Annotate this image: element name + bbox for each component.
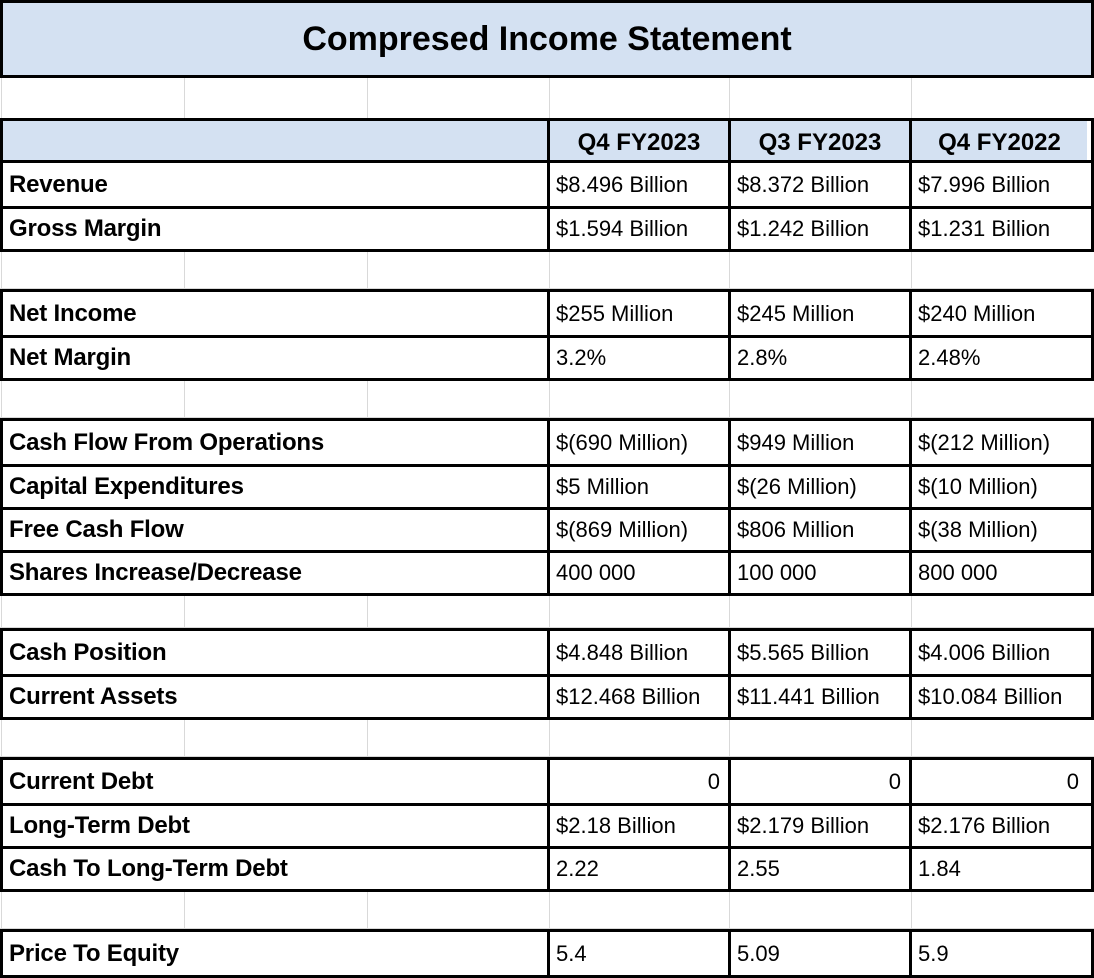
- section-income: Revenue $8.496 Billion $8.372 Billion $7…: [0, 160, 1094, 252]
- row-label-cash-position: Cash Position: [9, 638, 167, 666]
- section-balance-sheet: Cash Position $4.848 Billion $5.565 Bill…: [0, 628, 1094, 720]
- page-title: Compresed Income Statement: [302, 19, 792, 58]
- table-row: Net Income $255 Million $245 Million $24…: [3, 292, 1091, 335]
- cell-gross-margin-q4-fy2022: $1.231 Billion: [909, 209, 1087, 249]
- cell-current-assets-q4-fy2023: $12.468 Billion: [547, 677, 728, 717]
- table-row: Gross Margin $1.594 Billion $1.242 Billi…: [3, 206, 1091, 249]
- cell-cash-to-ltd-q3-fy2023: 2.55: [728, 849, 909, 889]
- cell-current-debt-q4-fy2022: 0: [909, 760, 1087, 803]
- table-row: Shares Increase/Decrease 400 000 100 000…: [3, 550, 1091, 593]
- cell-revenue-q3-fy2023: $8.372 Billion: [728, 163, 909, 206]
- section-debt: Current Debt 0 0 0 Long-Term Debt $2.18 …: [0, 757, 1094, 892]
- row-label-net-margin: Net Margin: [9, 344, 132, 371]
- cell-price-to-equity-q4-fy2022: 5.9: [909, 932, 1087, 975]
- cell-cash-to-ltd-q4-fy2022: 1.84: [909, 849, 1087, 889]
- table-header-row: Q4 FY2023 Q3 FY2023 Q4 FY2022: [3, 121, 1091, 164]
- cell-cfo-q3-fy2023: $949 Million: [728, 421, 909, 464]
- cell-price-to-equity-q4-fy2023: 5.4: [547, 932, 728, 975]
- cell-cfo-q4-fy2022: $(212 Million): [909, 421, 1087, 464]
- header-cell-row-label: [3, 121, 547, 164]
- table-row: Cash Flow From Operations $(690 Million)…: [3, 421, 1091, 464]
- cell-price-to-equity-q3-fy2023: 5.09: [728, 932, 909, 975]
- cell-fcf-q3-fy2023: $806 Million: [728, 510, 909, 550]
- cell-net-income-q4-fy2022: $240 Million: [909, 292, 1087, 335]
- row-label-net-income: Net Income: [9, 299, 137, 327]
- spreadsheet-canvas: Compresed Income Statement Q4 FY2023 Q3 …: [0, 0, 1094, 978]
- cell-net-margin-q4-fy2023: 3.2%: [547, 338, 728, 378]
- table-row: Revenue $8.496 Billion $8.372 Billion $7…: [3, 163, 1091, 206]
- cell-fcf-q4-fy2022: $(38 Million): [909, 510, 1087, 550]
- section-profitability: Net Income $255 Million $245 Million $24…: [0, 289, 1094, 381]
- table-row: Current Assets $12.468 Billion $11.441 B…: [3, 674, 1091, 717]
- cell-net-income-q4-fy2023: $255 Million: [547, 292, 728, 335]
- cell-capex-q3-fy2023: $(26 Million): [728, 467, 909, 507]
- cell-capex-q4-fy2023: $5 Million: [547, 467, 728, 507]
- row-label-shares-increase-decrease: Shares Increase/Decrease: [9, 559, 302, 586]
- cell-current-debt-q3-fy2023: 0: [728, 760, 909, 803]
- section-valuation: Price To Equity 5.4 5.09 5.9: [0, 929, 1094, 978]
- row-label-current-debt: Current Debt: [9, 767, 154, 795]
- header-cell-q3-fy2023: Q3 FY2023: [728, 121, 909, 164]
- cell-current-assets-q3-fy2023: $11.441 Billion: [728, 677, 909, 717]
- cell-fcf-q4-fy2023: $(869 Million): [547, 510, 728, 550]
- cell-revenue-q4-fy2023: $8.496 Billion: [547, 163, 728, 206]
- cell-cfo-q4-fy2023: $(690 Million): [547, 421, 728, 464]
- table-row: Capital Expenditures $5 Million $(26 Mil…: [3, 464, 1091, 507]
- table-row: Cash Position $4.848 Billion $5.565 Bill…: [3, 631, 1091, 674]
- header-cell-q4-fy2022: Q4 FY2022: [909, 121, 1087, 164]
- row-label-free-cash-flow: Free Cash Flow: [9, 516, 184, 543]
- cell-long-term-debt-q4-fy2022: $2.176 Billion: [909, 806, 1087, 846]
- row-label-long-term-debt: Long-Term Debt: [9, 812, 190, 839]
- cell-revenue-q4-fy2022: $7.996 Billion: [909, 163, 1087, 206]
- cell-cash-position-q4-fy2023: $4.848 Billion: [547, 631, 728, 674]
- cell-shares-q3-fy2023: 100 000: [728, 553, 909, 593]
- cell-net-margin-q4-fy2022: 2.48%: [909, 338, 1087, 378]
- cell-cash-position-q4-fy2022: $4.006 Billion: [909, 631, 1087, 674]
- row-label-gross-margin: Gross Margin: [9, 215, 162, 242]
- row-label-price-to-equity: Price To Equity: [9, 939, 179, 967]
- table-row: Price To Equity 5.4 5.09 5.9: [3, 932, 1091, 975]
- report-title-banner: Compresed Income Statement: [0, 0, 1094, 78]
- row-label-cash-to-long-term-debt: Cash To Long-Term Debt: [9, 855, 288, 882]
- table-row: Long-Term Debt $2.18 Billion $2.179 Bill…: [3, 803, 1091, 846]
- table-row: Cash To Long-Term Debt 2.22 2.55 1.84: [3, 846, 1091, 889]
- cell-shares-q4-fy2023: 400 000: [547, 553, 728, 593]
- cell-net-margin-q3-fy2023: 2.8%: [728, 338, 909, 378]
- row-label-cash-flow-from-operations: Cash Flow From Operations: [9, 428, 325, 456]
- header-cell-q4-fy2023: Q4 FY2023: [547, 121, 728, 164]
- cell-gross-margin-q3-fy2023: $1.242 Billion: [728, 209, 909, 249]
- cell-net-income-q3-fy2023: $245 Million: [728, 292, 909, 335]
- cell-gross-margin-q4-fy2023: $1.594 Billion: [547, 209, 728, 249]
- row-label-revenue: Revenue: [9, 170, 108, 198]
- cell-cash-position-q3-fy2023: $5.565 Billion: [728, 631, 909, 674]
- cell-cash-to-ltd-q4-fy2023: 2.22: [547, 849, 728, 889]
- row-label-capital-expenditures: Capital Expenditures: [9, 473, 244, 500]
- row-label-current-assets: Current Assets: [9, 683, 178, 710]
- table-row: Free Cash Flow $(869 Million) $806 Milli…: [3, 507, 1091, 550]
- cell-long-term-debt-q3-fy2023: $2.179 Billion: [728, 806, 909, 846]
- cell-shares-q4-fy2022: 800 000: [909, 553, 1087, 593]
- cell-current-debt-q4-fy2023: 0: [547, 760, 728, 803]
- table-row: Net Margin 3.2% 2.8% 2.48%: [3, 335, 1091, 378]
- cell-long-term-debt-q4-fy2023: $2.18 Billion: [547, 806, 728, 846]
- table-row: Current Debt 0 0 0: [3, 760, 1091, 803]
- cell-capex-q4-fy2022: $(10 Million): [909, 467, 1087, 507]
- cell-current-assets-q4-fy2022: $10.084 Billion: [909, 677, 1087, 717]
- section-cash-flow: Cash Flow From Operations $(690 Million)…: [0, 418, 1094, 596]
